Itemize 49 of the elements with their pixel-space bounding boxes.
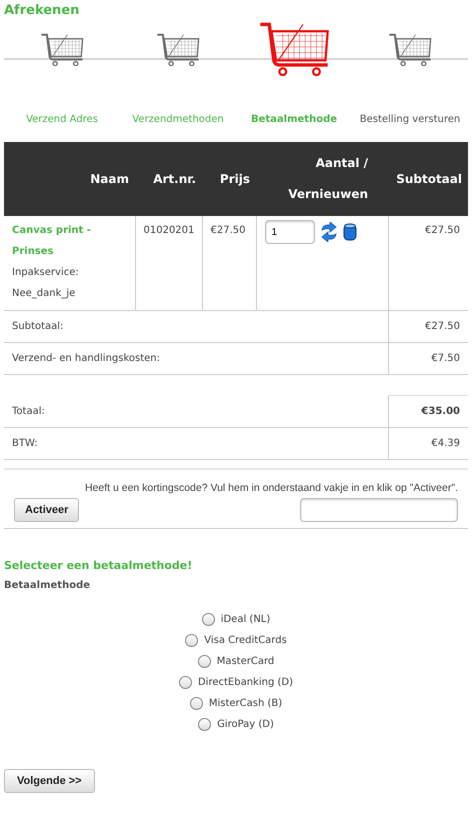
column-header: Subtotaal [388,142,468,216]
shopping-cart-icon [40,32,84,66]
step-label: Verzend Adres [26,114,98,125]
step-label: Verzendmethoden [132,114,224,125]
coupon-code-field[interactable] [300,498,458,522]
product-option: Nee_dank_je [12,283,126,304]
shopping-cart-icon [156,32,200,66]
column-header: Naam [4,142,135,216]
radio-button[interactable] [198,655,211,668]
radio-label[interactable]: GiroPay (D) [217,719,274,730]
unit-price: €27.50 [210,225,246,236]
radio-label[interactable]: Visa CreditCards [204,635,287,646]
summary-label: Subtotaal: [12,321,64,332]
radio-label[interactable]: iDeal (NL) [220,614,270,625]
radio-button[interactable] [198,718,212,731]
summary-label: BTW: [12,438,38,449]
step-label: Bestelling versturen [360,114,460,125]
radio-button[interactable] [190,697,203,710]
activate-button[interactable]: Activeer [14,498,80,522]
radio-button[interactable] [185,634,198,647]
quantity-field[interactable]: 1 [264,220,314,244]
column-header: Prijs [202,142,256,216]
column-header: Aantal / Vernieuwen [256,142,388,216]
radio-label[interactable]: MasterCard [216,656,274,667]
radio-button[interactable] [202,613,215,626]
radio-label[interactable]: MisterCash (B) [208,698,282,709]
summary-label: Verzend- en handlingskosten: [12,353,160,364]
coupon-instructions: Heeft u een kortingscode? Vul hem in onderstaand vakje in en klik op "Activeer". [84,482,458,494]
summary-label: Totaal: [12,406,45,417]
product-name: Canvas print - Prinses [12,224,92,259]
section-heading: Selecteer een betaalmethode! [4,559,194,572]
next-button[interactable]: Volgende >> [4,769,95,793]
summary-value: €7.50 [431,353,460,364]
field-label: Betaalmethode [4,580,92,591]
summary-value: €4.39 [431,438,460,449]
line-subtotal: €27.50 [425,225,460,236]
shopping-cart-icon [258,20,330,76]
column-header: Art.nr. [135,142,202,216]
page-title: Afrekenen [4,2,80,20]
bin-icon[interactable] [342,223,356,241]
product-option: Inpakservice: [12,262,126,283]
shopping-cart-icon [388,32,432,66]
refresh-icon[interactable] [318,222,338,242]
radio-button[interactable] [178,676,192,689]
radio-label[interactable]: DirectEbanking (D) [198,677,293,688]
summary-value: €27.50 [425,321,460,332]
summary-value: €35.00 [421,406,460,417]
article-number: 01020201 [144,225,194,236]
step-label: Betaalmethode [250,114,338,125]
